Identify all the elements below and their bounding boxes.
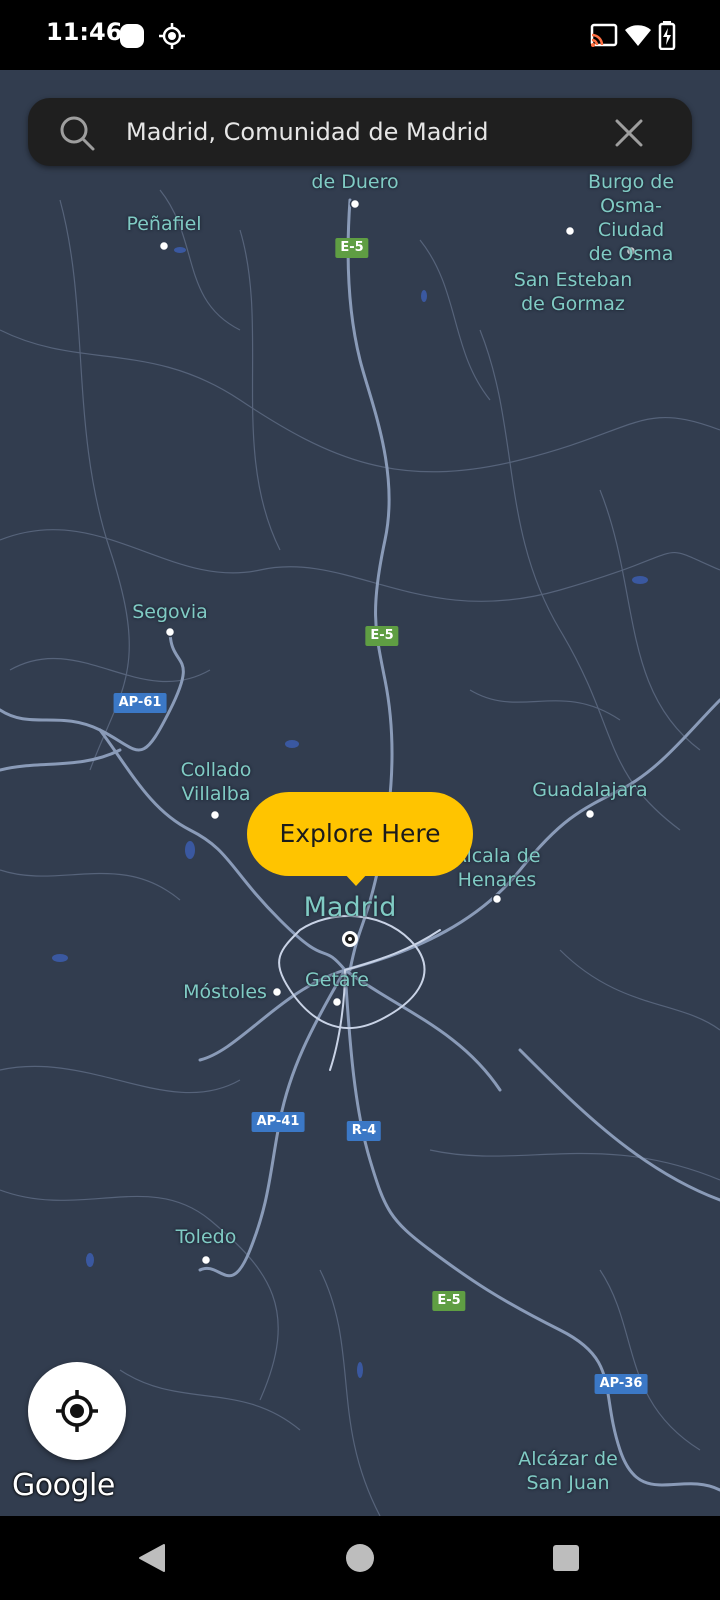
road-shield-ap41: AP-41 [251, 1112, 305, 1132]
place-label-collado: Collado Villalba [180, 759, 252, 805]
status-time: 11:46 [46, 18, 123, 46]
place-label-mostoles: Móstoles [183, 981, 267, 1003]
place-label-getafe: Getafe [305, 969, 369, 991]
search-icon[interactable] [58, 114, 96, 152]
home-icon[interactable] [344, 1542, 376, 1574]
battery-charging-icon [658, 21, 676, 50]
road-shield-e5: E-5 [335, 238, 369, 258]
wifi-icon [625, 25, 651, 46]
place-label-san-esteban: San Esteban de Gormaz [513, 269, 633, 315]
navigation-bar [0, 1516, 720, 1600]
madrid-marker [342, 931, 358, 947]
search-bar[interactable]: Madrid, Comunidad de Madrid [28, 98, 692, 166]
road-shield-ap36: AP-36 [594, 1374, 648, 1394]
app-notification-icon [120, 24, 144, 48]
place-dots [158, 198, 637, 1266]
location-icon [159, 23, 185, 49]
search-input[interactable]: Madrid, Comunidad de Madrid [126, 118, 488, 146]
road-shield-r4: R-4 [346, 1121, 382, 1141]
road-shield-e5: E-5 [365, 626, 399, 646]
place-label-toledo: Toledo [175, 1226, 237, 1248]
place-label-segovia: Segovia [132, 601, 208, 623]
road-shield-e5: E-5 [432, 1291, 466, 1311]
status-bar: 11:46 [0, 0, 720, 70]
place-label-alcazar: Alcázar de San Juan [518, 1448, 618, 1494]
explore-here-button[interactable]: Explore Here [247, 792, 473, 876]
road-shield-ap61: AP-61 [113, 693, 167, 713]
place-label-madrid: Madrid [303, 892, 397, 923]
cast-icon [590, 23, 618, 47]
back-icon[interactable] [136, 1542, 168, 1574]
my-location-button[interactable] [28, 1362, 126, 1460]
explore-button-pointer [343, 872, 369, 886]
google-attribution: Google [12, 1468, 115, 1503]
my-location-icon [56, 1390, 98, 1432]
recents-icon[interactable] [552, 1544, 580, 1572]
place-label-guadalajara: Guadalajara [532, 779, 648, 801]
place-label-penafiel: Peñafiel [126, 213, 202, 235]
close-icon[interactable] [614, 118, 644, 148]
place-label-aranda: de Duero [311, 171, 399, 193]
place-label-burgo: Burgo de Osma-Ciudad de Osma [587, 171, 675, 265]
